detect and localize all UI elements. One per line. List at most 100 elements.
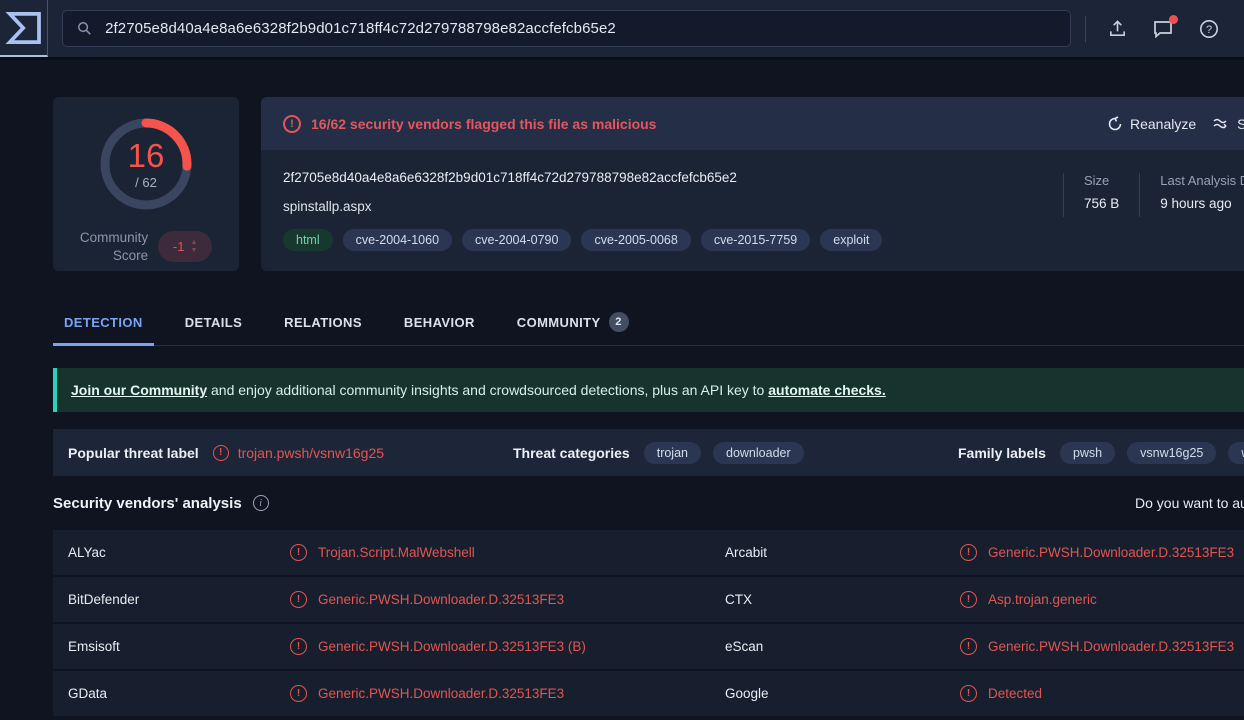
topbar-actions: ? — [1085, 16, 1244, 42]
reanalyze-icon — [1107, 116, 1123, 132]
vendor-name: ALYac — [53, 545, 290, 560]
vendor-name: Google — [725, 686, 960, 701]
vendor-name: eScan — [725, 639, 960, 654]
feedback-icon[interactable] — [1152, 18, 1174, 40]
table-row: GData ! Generic.PWSH.Downloader.D.32513F… — [53, 671, 1244, 716]
family-label-pill[interactable]: webshell — [1228, 442, 1244, 464]
detection-result: ! Asp.trojan.generic — [960, 591, 1244, 608]
detection-alert-icon: ! — [290, 591, 307, 608]
upload-icon[interactable] — [1106, 18, 1128, 40]
vendor-name: Arcabit — [725, 545, 960, 560]
virustotal-logo[interactable] — [0, 0, 48, 57]
file-tags: html cve-2004-1060 cve-2004-0790 cve-200… — [283, 229, 1244, 251]
family-label-pill[interactable]: pwsh — [1060, 442, 1115, 464]
join-community-link[interactable]: Join our Community — [71, 382, 207, 398]
popular-threat-label-group: Popular threat label ! trojan.pwsh/vsnw1… — [68, 429, 384, 476]
notification-dot — [1169, 15, 1178, 24]
analysis-header: Security vendors' analysis i Do you want… — [53, 476, 1244, 530]
automate-checks-prompt[interactable]: Do you want to automate checks? — [1135, 495, 1244, 511]
community-score-value: -1 — [173, 239, 185, 254]
last-analysis-value[interactable]: 9 hours ago — [1160, 196, 1244, 211]
detection-score-card: 16 / 62 Community Score -1 ▲ ▼ — [53, 97, 239, 271]
table-row: Emsisoft ! Generic.PWSH.Downloader.D.325… — [53, 624, 1244, 669]
search-value[interactable]: 2f2705e8d40a4e8a6e6328f2b9d01c718ff4c72d… — [105, 20, 616, 37]
tab-detection[interactable]: DETECTION — [53, 297, 154, 345]
threat-category-pill[interactable]: trojan — [644, 442, 701, 464]
table-row: ALYac ! Trojan.Script.MalWebshell Arcabi… — [53, 530, 1244, 575]
help-icon[interactable]: ? — [1198, 18, 1220, 40]
tag[interactable]: cve-2015-7759 — [701, 229, 810, 251]
analysis-title: Security vendors' analysis — [53, 495, 242, 512]
file-meta: Size 756 B Last Analysis Date 9 hours ag… — [1063, 173, 1244, 217]
file-size-value: 756 B — [1084, 196, 1119, 211]
threat-categories-group: Threat categories trojan downloader — [513, 429, 804, 476]
vendor-name: GData — [53, 686, 290, 701]
vote-steppers[interactable]: ▲ ▼ — [190, 239, 197, 254]
reanalyze-button[interactable]: Reanalyze — [1107, 116, 1196, 132]
family-labels-group: Family labels pwsh vsnw16g25 webshell — [958, 429, 1244, 476]
community-score-label: Community Score — [80, 229, 148, 264]
vote-down-icon[interactable]: ▼ — [190, 247, 197, 255]
detection-result: ! Generic.PWSH.Downloader.D.32513FE3 — [290, 591, 725, 608]
tag[interactable]: cve-2004-1060 — [343, 229, 452, 251]
community-count-badge: 2 — [609, 312, 629, 332]
banner-text: and enjoy additional community insights … — [207, 382, 768, 398]
tag[interactable]: cve-2004-0790 — [462, 229, 571, 251]
detection-score: 16 — [128, 139, 165, 172]
similar-icon — [1213, 117, 1230, 131]
detection-result: ! Generic.PWSH.Downloader.D.32513FE3 — [960, 638, 1244, 655]
join-community-banner: Join our Community and enjoy additional … — [53, 368, 1244, 412]
threat-category-pill[interactable]: downloader — [713, 442, 804, 464]
detection-result: ! Detected — [960, 685, 1244, 702]
tab-behavior[interactable]: BEHAVIOR — [393, 297, 486, 345]
detection-result: ! Generic.PWSH.Downloader.D.32513FE3 — [960, 544, 1244, 561]
detection-alert-icon: ! — [290, 685, 307, 702]
vendor-name: BitDefender — [53, 592, 290, 607]
community-score: Community Score -1 ▲ ▼ — [80, 229, 212, 264]
detection-alert-icon: ! — [960, 591, 977, 608]
tag[interactable]: cve-2005-0068 — [581, 229, 690, 251]
malicious-alert-text: 16/62 security vendors flagged this file… — [311, 116, 656, 132]
popular-threat-value[interactable]: trojan.pwsh/vsnw16g25 — [238, 445, 384, 461]
tab-bar: DETECTION DETAILS RELATIONS BEHAVIOR COM… — [53, 297, 1244, 346]
detection-alert-icon: ! — [960, 685, 977, 702]
vote-up-icon[interactable]: ▲ — [190, 239, 197, 247]
threat-alert-icon: ! — [213, 445, 229, 461]
tab-details[interactable]: DETAILS — [174, 297, 253, 345]
detection-total: / 62 — [135, 175, 157, 190]
detection-result: ! Trojan.Script.MalWebshell — [290, 544, 725, 561]
vendors-table: ALYac ! Trojan.Script.MalWebshell Arcabi… — [53, 530, 1244, 716]
virustotal-logo-icon — [4, 9, 44, 47]
family-label-pill[interactable]: vsnw16g25 — [1127, 442, 1216, 464]
top-bar: 2f2705e8d40a4e8a6e6328f2b9d01c718ff4c72d… — [0, 0, 1244, 60]
tag[interactable]: exploit — [820, 229, 882, 251]
detection-score-donut: 16 / 62 — [93, 111, 199, 217]
file-card-header: ! 16/62 security vendors flagged this fi… — [261, 97, 1244, 150]
detection-alert-icon: ! — [960, 544, 977, 561]
table-row: BitDefender ! Generic.PWSH.Downloader.D.… — [53, 577, 1244, 622]
community-score-pill[interactable]: -1 ▲ ▼ — [158, 231, 212, 262]
vendor-name: Emsisoft — [53, 639, 290, 654]
automate-checks-link[interactable]: automate checks. — [768, 382, 886, 398]
vendor-name: CTX — [725, 592, 960, 607]
file-summary-card: ! 16/62 security vendors flagged this fi… — [261, 97, 1244, 271]
svg-text:?: ? — [1206, 24, 1212, 36]
file-size: Size 756 B — [1064, 173, 1139, 217]
file-actions: Reanalyze Similar — [1107, 97, 1244, 150]
popular-threat-label: Popular threat label — [68, 445, 199, 461]
similar-button[interactable]: Similar — [1213, 116, 1244, 132]
topbar-divider — [1085, 16, 1086, 42]
alert-icon: ! — [283, 115, 301, 133]
tag-filetype[interactable]: html — [283, 229, 333, 251]
detection-result: ! Generic.PWSH.Downloader.D.32513FE3 (B) — [290, 638, 725, 655]
popular-threat-row: Popular threat label ! trojan.pwsh/vsnw1… — [53, 429, 1244, 476]
detection-alert-icon: ! — [960, 638, 977, 655]
tab-community[interactable]: COMMUNITY 2 — [506, 297, 640, 345]
search-input[interactable]: 2f2705e8d40a4e8a6e6328f2b9d01c718ff4c72d… — [62, 10, 1071, 47]
search-icon — [77, 21, 92, 36]
threat-categories-label: Threat categories — [513, 445, 630, 461]
family-labels-label: Family labels — [958, 445, 1046, 461]
detection-alert-icon: ! — [290, 544, 307, 561]
info-icon[interactable]: i — [253, 495, 269, 511]
tab-relations[interactable]: RELATIONS — [273, 297, 373, 345]
